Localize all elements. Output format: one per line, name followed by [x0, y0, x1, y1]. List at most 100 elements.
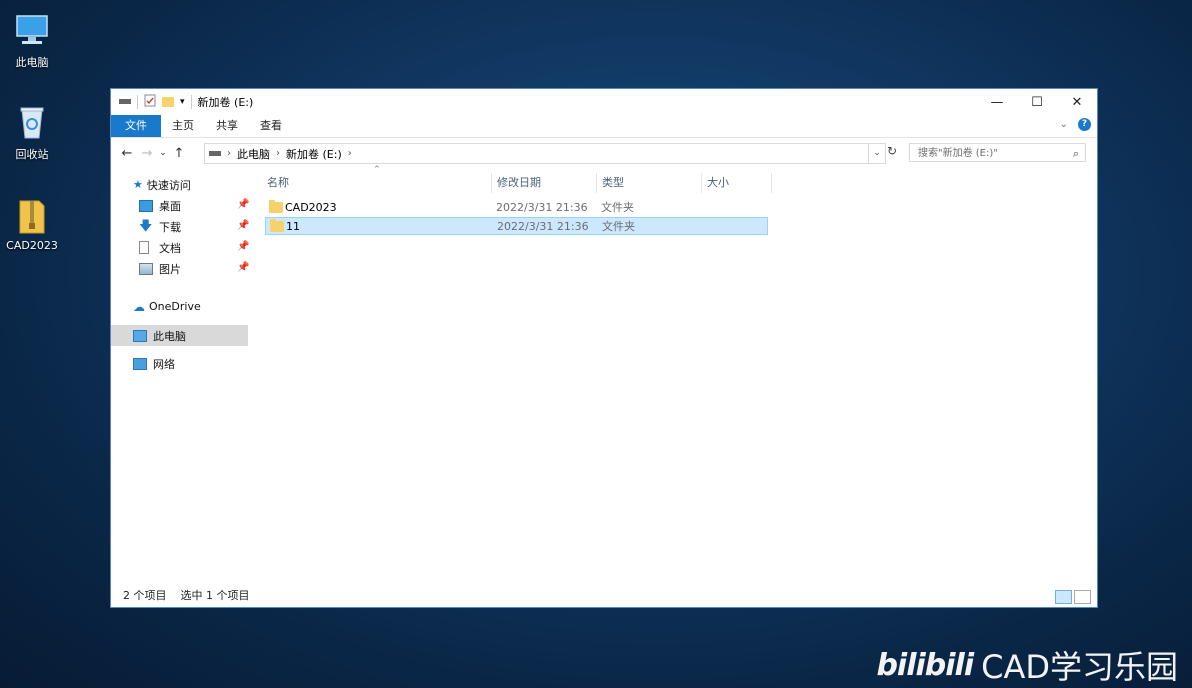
search-icon[interactable]: ⌕ — [1073, 144, 1079, 163]
status-bar: 2 个项目 选中 1 个项目 — [123, 587, 250, 603]
drive-icon — [209, 147, 221, 160]
desktop-icon-label: 此电脑 — [15, 56, 49, 69]
nav-label: 桌面 — [159, 199, 181, 213]
desktop-icon-recycle-bin[interactable]: 回收站 — [4, 102, 60, 162]
nav-label: 此电脑 — [153, 329, 186, 343]
pin-icon[interactable]: 📌 — [237, 220, 249, 231]
expand-ribbon-icon[interactable]: ⌄ — [1060, 119, 1068, 130]
pin-icon[interactable]: 📌 — [237, 262, 249, 273]
column-header-size[interactable]: 大小 — [707, 173, 729, 193]
column-divider[interactable] — [771, 173, 772, 193]
column-divider[interactable] — [596, 173, 597, 193]
up-arrow-icon[interactable]: ↑ — [169, 146, 189, 161]
tab-share[interactable]: 共享 — [205, 115, 249, 137]
large-icons-view-icon[interactable] — [1074, 590, 1091, 604]
pictures-icon — [139, 262, 153, 275]
quick-access-toolbar: ▾ — [111, 94, 192, 110]
customize-dropdown-icon[interactable]: ▾ — [180, 97, 185, 107]
details-view-icon[interactable] — [1055, 590, 1072, 604]
file-row-selected[interactable]: 11 2022/3/31 21:36 文件夹 — [265, 217, 768, 235]
tab-home[interactable]: 主页 — [161, 115, 205, 137]
address-bar[interactable]: › 此电脑 › 新加卷 (E:) › ⌄ — [204, 143, 886, 164]
desktop-icon — [139, 199, 153, 212]
file-name: CAD2023 — [285, 201, 337, 214]
nav-label: OneDrive — [149, 300, 201, 313]
forward-arrow-icon[interactable]: → — [137, 146, 157, 161]
nav-label: 快速访问 — [146, 178, 191, 192]
tab-file[interactable]: 文件 — [111, 115, 161, 137]
column-divider[interactable] — [491, 173, 492, 193]
drive-icon — [119, 96, 131, 109]
recycle-bin-icon — [12, 102, 52, 142]
nav-label: 图片 — [159, 262, 181, 276]
nav-quick-access[interactable]: ★ 快速访问 — [133, 174, 191, 195]
nav-network[interactable]: 网络 — [133, 353, 175, 374]
network-icon — [133, 357, 147, 370]
file-date: 2022/3/31 21:36 — [497, 220, 589, 233]
nav-label: 文档 — [159, 241, 181, 255]
separator — [190, 95, 192, 109]
back-arrow-icon[interactable]: ← — [117, 146, 137, 161]
breadcrumb-this-pc[interactable]: 此电脑 — [237, 146, 270, 162]
column-divider[interactable] — [701, 173, 702, 193]
desktop-icon-cad2023[interactable]: CAD2023 — [4, 195, 60, 252]
nav-label: 网络 — [153, 357, 175, 371]
column-header-name[interactable]: 名称 — [267, 173, 289, 193]
view-switcher — [1055, 590, 1091, 604]
address-dropdown-icon[interactable]: ⌄ — [868, 144, 885, 163]
file-name: 11 — [286, 220, 300, 233]
watermark: bilibili CAD学习乐园 — [876, 642, 1178, 688]
desktop-icon-label: 回收站 — [15, 148, 49, 161]
bilibili-logo: bilibili — [876, 647, 974, 683]
selection-count: 选中 1 个项目 — [180, 589, 250, 602]
sort-indicator-icon: ⌃ — [373, 165, 381, 175]
tab-view[interactable]: 查看 — [249, 115, 293, 137]
nav-item-documents[interactable]: 文档 — [139, 237, 181, 258]
refresh-icon[interactable]: ↻ — [887, 144, 901, 158]
chevron-right-icon[interactable]: › — [276, 148, 280, 159]
document-icon — [139, 241, 149, 254]
properties-icon[interactable] — [144, 94, 156, 110]
window-title: 新加卷 (E:) — [197, 96, 254, 109]
search-input[interactable]: 搜索"新加卷 (E:)" ⌕ — [909, 143, 1086, 162]
zip-archive-icon — [12, 195, 52, 235]
computer-icon — [12, 10, 52, 50]
explorer-window: ▾ 新加卷 (E:) — ☐ ✕ 文件 主页 共享 查看 ⌄ ? ← → ⌄ ↑… — [110, 88, 1098, 608]
help-icon[interactable]: ? — [1078, 118, 1091, 131]
minimize-button[interactable]: — — [977, 89, 1017, 115]
caption-buttons: — ☐ ✕ — [977, 89, 1097, 115]
nav-this-pc[interactable]: 此电脑 — [133, 325, 186, 346]
navigation-bar: ← → ⌄ ↑ › 此电脑 › 新加卷 (E:) › ⌄ ↻ 搜索"新加卷 (E… — [111, 138, 1097, 168]
nav-item-pictures[interactable]: 图片 — [139, 258, 181, 279]
download-icon: 🡇 — [139, 218, 153, 234]
file-type: 文件夹 — [602, 220, 635, 233]
search-placeholder: 搜索"新加卷 (E:)" — [918, 148, 998, 159]
maximize-button[interactable]: ☐ — [1017, 89, 1057, 115]
pin-icon[interactable]: 📌 — [237, 199, 249, 210]
column-header-type[interactable]: 类型 — [602, 173, 624, 193]
recent-locations-icon[interactable]: ⌄ — [157, 148, 169, 158]
new-folder-icon[interactable] — [162, 95, 174, 110]
chevron-right-icon[interactable]: › — [227, 148, 231, 159]
folder-icon — [269, 200, 283, 213]
file-row[interactable]: CAD2023 2022/3/31 21:36 文件夹 — [265, 199, 768, 217]
separator — [137, 95, 138, 109]
cloud-icon: ☁ — [133, 299, 145, 314]
file-type: 文件夹 — [601, 201, 634, 214]
close-button[interactable]: ✕ — [1057, 89, 1097, 115]
nav-label: 下载 — [159, 220, 181, 234]
pin-icon[interactable]: 📌 — [237, 241, 249, 252]
star-icon: ★ — [133, 178, 143, 191]
ribbon-tabs: 文件 主页 共享 查看 ⌄ ? — [111, 115, 1097, 138]
computer-icon — [133, 329, 147, 342]
desktop-icon-label: CAD2023 — [6, 239, 58, 252]
nav-item-downloads[interactable]: 🡇 下载 — [139, 216, 181, 237]
breadcrumb-volume[interactable]: 新加卷 (E:) — [286, 146, 342, 162]
nav-item-desktop[interactable]: 桌面 — [139, 195, 181, 216]
nav-onedrive[interactable]: ☁ OneDrive — [133, 296, 201, 317]
chevron-right-icon[interactable]: › — [348, 148, 352, 159]
folder-icon — [270, 219, 284, 232]
desktop-icon-this-pc[interactable]: 此电脑 — [4, 10, 60, 70]
channel-name: CAD学习乐园 — [981, 648, 1178, 686]
column-header-date[interactable]: 修改日期 — [497, 173, 541, 193]
